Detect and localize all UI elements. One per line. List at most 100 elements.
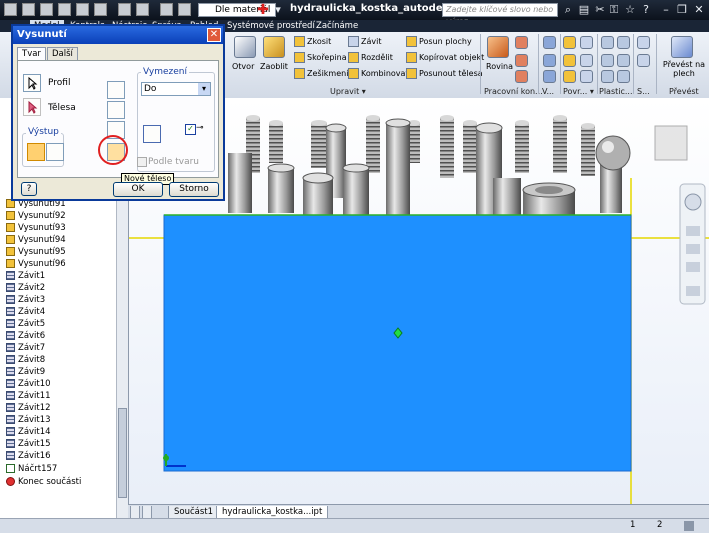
color-icon[interactable] [178, 3, 191, 16]
extend-checkbox[interactable]: ✓ [185, 124, 196, 135]
look-at-icon[interactable] [686, 286, 700, 296]
skorepina-button[interactable]: Skořepina [294, 52, 347, 63]
list-item[interactable]: Závit10 [6, 378, 51, 390]
scrollbar-thumb[interactable] [118, 408, 127, 498]
direction-icon[interactable] [163, 125, 181, 143]
cancel-button[interactable]: Storno [169, 182, 219, 197]
convert-sheet-metal-icon[interactable] [671, 36, 693, 58]
list-item[interactable]: Vysunutí94 [6, 234, 66, 246]
pan-icon[interactable] [686, 226, 700, 236]
help-button[interactable]: ? [21, 182, 37, 196]
steering-wheel-icon[interactable] [684, 193, 702, 211]
list-item[interactable]: Závit7 [6, 342, 45, 354]
list-item[interactable]: Závit15 [6, 438, 51, 450]
list-item[interactable]: Závit8 [6, 354, 45, 366]
replace-face-icon[interactable] [580, 70, 593, 83]
posun-plochy-button[interactable]: Posun plochy [406, 36, 472, 47]
zoom-icon[interactable] [686, 244, 700, 254]
restore-icon[interactable]: ❐ [676, 4, 688, 16]
update-icon[interactable] [136, 3, 149, 16]
select-icon[interactable] [118, 3, 131, 16]
axis-icon[interactable] [515, 36, 528, 49]
rib-icon[interactable] [617, 54, 630, 67]
help-icon[interactable]: ? [640, 4, 652, 16]
join-icon[interactable] [107, 81, 125, 99]
posunout-telesa-button[interactable]: Posunout tělesa [406, 68, 483, 79]
list-item[interactable]: Závit13 [6, 414, 51, 426]
terminate-icon[interactable]: ⊸ [196, 123, 204, 133]
ok-button[interactable]: OK [113, 182, 163, 197]
extend-icon[interactable] [563, 70, 576, 83]
patch-icon[interactable] [580, 36, 593, 49]
tab-systemove-prostredi[interactable]: Systémové prostředí [223, 20, 319, 32]
sculpt-icon[interactable] [563, 54, 576, 67]
comm-center-icon[interactable]: ▤ [578, 4, 590, 16]
tab-dalsi[interactable]: Další [47, 47, 78, 61]
tools-icon[interactable]: ✂ [594, 4, 606, 16]
orbit-icon[interactable] [686, 262, 700, 272]
list-item[interactable]: Náčrt157 [6, 463, 57, 475]
ucs-icon[interactable] [515, 70, 528, 83]
list-item[interactable]: Závit5 [6, 318, 45, 330]
circular-pattern-icon[interactable] [543, 54, 556, 67]
tab-tvar[interactable]: Tvar [17, 47, 46, 61]
work-plane-icon[interactable] [487, 36, 509, 58]
list-item[interactable]: Závit1 [6, 270, 45, 282]
list-item[interactable]: Vysunutí95 [6, 246, 66, 258]
fillet-icon[interactable] [263, 36, 285, 58]
redo-icon[interactable] [94, 3, 107, 16]
list-item[interactable]: Vysunutí92 [6, 210, 66, 222]
select-to-icon[interactable] [143, 125, 161, 143]
zkosit-button[interactable]: Zkosit [294, 36, 331, 47]
solid-output-icon[interactable] [27, 143, 45, 161]
list-item[interactable]: Závit9 [6, 366, 45, 378]
profile-select-icon[interactable] [23, 74, 41, 92]
trim-icon[interactable] [580, 54, 593, 67]
rozdelit-button[interactable]: Rozdělit [348, 52, 393, 63]
list-item[interactable]: Vysunutí93 [6, 222, 66, 234]
list-item[interactable]: Závit14 [6, 426, 51, 438]
close-icon[interactable]: ✕ [693, 4, 705, 16]
list-item[interactable]: Závit12 [6, 402, 51, 414]
zavit-button[interactable]: Závit [348, 36, 381, 47]
search-input[interactable]: Zadejte klíčové slovo nebo výraz. [442, 3, 558, 26]
match-shape-checkbox[interactable] [137, 157, 147, 167]
plus-icon[interactable]: ✚ [257, 3, 269, 17]
view-cube-icon[interactable] [654, 125, 688, 161]
boss-icon[interactable] [617, 36, 630, 49]
new-icon[interactable] [22, 3, 35, 16]
hole-icon[interactable] [234, 36, 256, 58]
sketch-profile[interactable] [163, 214, 632, 472]
undo-icon[interactable] [76, 3, 89, 16]
point-icon[interactable] [515, 54, 528, 67]
list-item[interactable]: Konec součásti [6, 476, 81, 488]
prevest-button[interactable]: Převést na plech [662, 60, 706, 78]
kombinovat-button[interactable]: Kombinovat [348, 68, 409, 79]
lip-icon[interactable] [617, 70, 630, 83]
dialog-close-button[interactable]: ✕ [207, 28, 221, 42]
zesikmeni-button[interactable]: Zešikmení [294, 68, 348, 79]
decal-icon[interactable] [637, 54, 650, 67]
list-item[interactable]: Závit16 [6, 450, 51, 462]
list-item[interactable]: Závit2 [6, 282, 45, 294]
binoculars-icon[interactable]: ⌕ [562, 4, 574, 16]
pattern-icon[interactable] [543, 36, 556, 49]
cut-icon[interactable] [107, 101, 125, 119]
app-menu-icon[interactable] [4, 3, 17, 16]
derive-icon[interactable] [637, 36, 650, 49]
surface-output-icon[interactable] [46, 143, 64, 161]
list-item[interactable]: Závit3 [6, 294, 45, 306]
properties-icon[interactable] [160, 3, 173, 16]
tab-zaciname[interactable]: Začínáme [312, 20, 362, 32]
bodies-select-icon[interactable] [23, 98, 41, 116]
list-item[interactable]: Závit11 [6, 390, 51, 402]
open-icon[interactable] [40, 3, 53, 16]
mirror-icon[interactable] [543, 70, 556, 83]
list-item[interactable]: Závit6 [6, 330, 45, 342]
key-icon[interactable]: ⚿ [608, 4, 620, 16]
grill-icon[interactable] [601, 36, 614, 49]
chevron-down-icon[interactable]: ▾ [198, 83, 210, 95]
rest-icon[interactable] [601, 54, 614, 67]
extents-select[interactable]: Do ▾ [141, 82, 211, 96]
list-item[interactable]: Závit4 [6, 306, 45, 318]
